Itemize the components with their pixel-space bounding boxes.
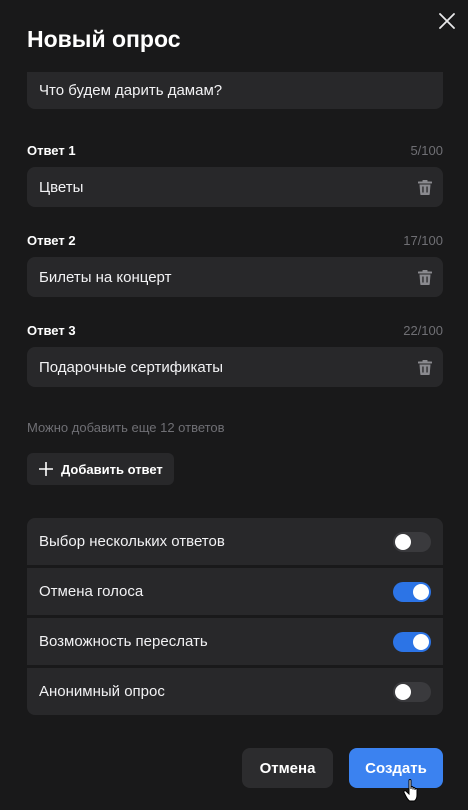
anonymous-toggle[interactable] [393,681,431,702]
answer-3-label: Ответ 3 [27,323,76,338]
setting-anonymous: Анонимный опрос [27,668,443,715]
close-icon [439,13,455,29]
answer-2-header: Ответ 2 17/100 [27,233,443,248]
answers-remaining-hint: Можно добавить еще 12 ответов [27,420,225,435]
answer-3-text: Подарочные сертификаты [39,358,224,376]
close-button[interactable] [434,8,460,34]
answer-3-header: Ответ 3 22/100 [27,323,443,338]
answer-2-counter: 17/100 [403,233,443,248]
plus-icon [39,462,53,476]
dialog-title: Новый опрос [27,26,181,52]
cancel-button[interactable]: Отмена [242,748,333,788]
setting-vote-cancel-label: Отмена голоса [39,583,144,600]
setting-vote-cancel: Отмена голоса [27,568,443,615]
answer-1-delete-button[interactable] [417,179,433,195]
setting-anonymous-label: Анонимный опрос [39,683,165,700]
setting-multiple-answers: Выбор нескольких ответов [27,518,443,565]
answer-2-delete-button[interactable] [417,269,433,285]
trash-icon [418,179,432,195]
setting-forwarding-label: Возможность переслать [39,633,208,650]
vote-cancel-toggle[interactable] [393,581,431,602]
answer-3-input[interactable]: Подарочные сертификаты [27,347,443,387]
create-button[interactable]: Создать [349,748,443,788]
add-answer-button[interactable]: Добавить ответ [27,453,174,485]
forwarding-toggle[interactable] [393,631,431,652]
answer-1-text: Цветы [39,178,84,196]
answer-1-header: Ответ 1 5/100 [27,143,443,158]
trash-icon [418,359,432,375]
answer-3-counter: 22/100 [403,323,443,338]
question-input[interactable]: Что будем дарить дамам? [27,72,443,109]
setting-forwarding: Возможность переслать [27,618,443,665]
multiple-answers-toggle[interactable] [393,531,431,552]
answer-1-input[interactable]: Цветы [27,167,443,207]
answer-3-delete-button[interactable] [417,359,433,375]
setting-multiple-answers-label: Выбор нескольких ответов [39,533,225,550]
answer-1-label: Ответ 1 [27,143,76,158]
answer-2-text: Билеты на концерт [39,268,172,286]
trash-icon [418,269,432,285]
answer-2-label: Ответ 2 [27,233,76,248]
answer-2-input[interactable]: Билеты на концерт [27,257,443,297]
question-text: Что будем дарить дамам? [39,82,223,99]
answer-1-counter: 5/100 [410,143,443,158]
add-answer-label: Добавить ответ [61,461,163,477]
